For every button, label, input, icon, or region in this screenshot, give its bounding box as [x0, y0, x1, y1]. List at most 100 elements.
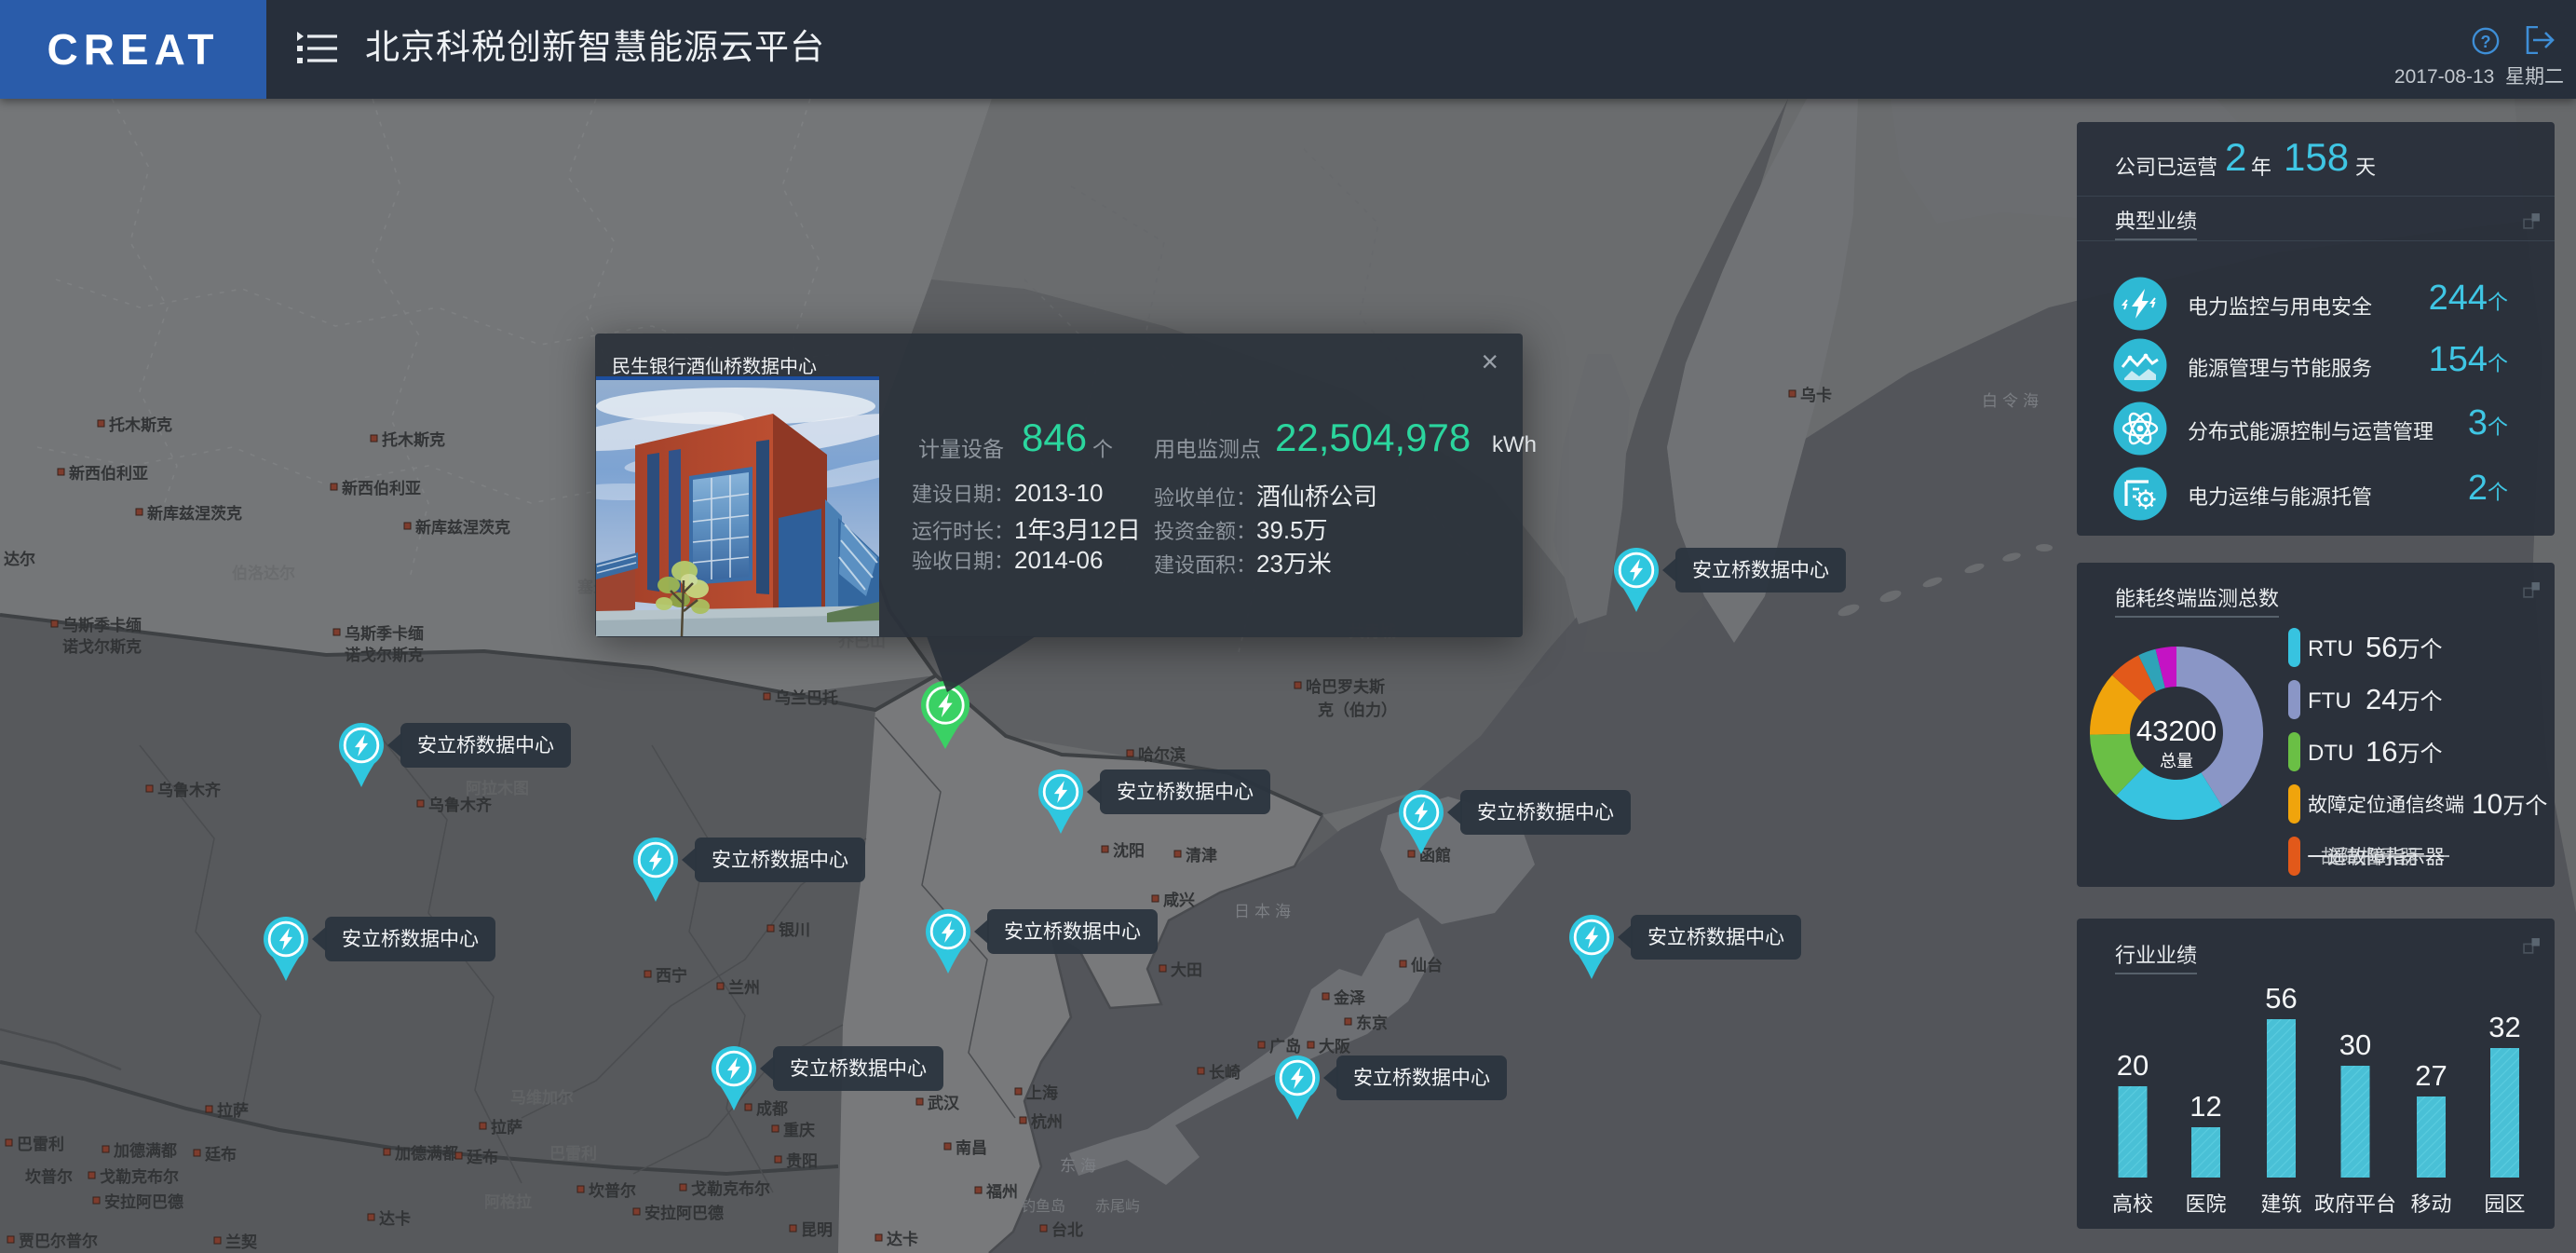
- svg-text:诺戈尔斯克: 诺戈尔斯克: [345, 646, 424, 664]
- svg-text:武汉: 武汉: [928, 1094, 960, 1112]
- svg-text:园区: 园区: [2484, 1192, 2525, 1216]
- svg-text:安立桥数据中心: 安立桥数据中心: [417, 735, 554, 756]
- svg-text:移动: 移动: [2410, 1192, 2451, 1216]
- svg-text:日本海: 日本海: [1234, 903, 1295, 920]
- svg-text:克（伯力）: 克（伯力）: [1318, 701, 1397, 719]
- svg-text:乌兰巴托: 乌兰巴托: [775, 688, 838, 707]
- svg-text:27: 27: [2415, 1059, 2447, 1092]
- svg-text:20: 20: [2117, 1049, 2149, 1082]
- svg-text:重庆: 重庆: [783, 1121, 815, 1139]
- svg-text:43200: 43200: [2136, 715, 2217, 747]
- svg-text:新库兹涅茨克: 新库兹涅茨克: [415, 518, 510, 537]
- svg-text:白令海: 白令海: [1982, 392, 2043, 410]
- svg-text:廷布: 廷布: [466, 1148, 498, 1166]
- svg-text:大田: 大田: [1171, 960, 1202, 979]
- svg-text:坎普尔: 坎普尔: [25, 1167, 73, 1186]
- svg-text:安立桥数据中心: 安立桥数据中心: [1353, 1068, 1490, 1089]
- svg-text:上海: 上海: [1026, 1083, 1058, 1102]
- svg-text:银川: 银川: [779, 920, 810, 939]
- svg-text:坎普尔: 坎普尔: [589, 1181, 636, 1200]
- svg-text:托木斯克: 托木斯克: [382, 430, 445, 449]
- svg-text:福州: 福州: [985, 1182, 1018, 1201]
- svg-text:阿拉木图: 阿拉木图: [466, 779, 529, 797]
- svg-text:安立桥数据中心: 安立桥数据中心: [342, 929, 479, 950]
- svg-text:长崎: 长崎: [1209, 1063, 1241, 1082]
- svg-text:安立桥数据中心: 安立桥数据中心: [790, 1058, 927, 1080]
- svg-text:故障定位通信终端: 故障定位通信终端: [2308, 795, 2464, 816]
- svg-text:总量: 总量: [2160, 752, 2193, 770]
- svg-text:新西伯利亚: 新西伯利亚: [342, 479, 421, 497]
- svg-text:清津: 清津: [1186, 846, 1217, 865]
- svg-text:56万个: 56万个: [2366, 631, 2442, 663]
- svg-text:昆明: 昆明: [801, 1221, 833, 1239]
- svg-text:政府平台: 政府平台: [2314, 1192, 2396, 1216]
- svg-text:钓鱼岛: 钓鱼岛: [1021, 1198, 1065, 1215]
- svg-text:医院: 医院: [2185, 1192, 2226, 1216]
- svg-text:成都: 成都: [756, 1099, 788, 1118]
- svg-text:戈勒克布尔: 戈勒克布尔: [691, 1179, 770, 1198]
- svg-text:戈勒克布尔: 戈勒克布尔: [100, 1167, 179, 1186]
- svg-text:12: 12: [2190, 1090, 2221, 1123]
- svg-text:安立桥数据中心: 安立桥数据中心: [1647, 927, 1784, 948]
- svg-text:16万个: 16万个: [2366, 735, 2442, 768]
- svg-text:24万个: 24万个: [2366, 683, 2442, 715]
- svg-text:安立桥数据中心: 安立桥数据中心: [1004, 921, 1141, 943]
- svg-text:咸兴: 咸兴: [1163, 891, 1195, 909]
- svg-text:哈尔滨: 哈尔滨: [1138, 745, 1186, 764]
- svg-text:10万个: 10万个: [2472, 789, 2547, 820]
- svg-text:安立桥数据中心: 安立桥数据中心: [1477, 802, 1614, 824]
- svg-text:杭州: 杭州: [1031, 1112, 1063, 1131]
- svg-text:东海: 东海: [1060, 1157, 1101, 1175]
- svg-text:乌卡: 乌卡: [1800, 386, 1832, 404]
- svg-text:西宁: 西宁: [656, 966, 687, 985]
- svg-text:安立桥数据中心: 安立桥数据中心: [1117, 782, 1254, 803]
- svg-text:乌斯季卡缅: 乌斯季卡缅: [62, 616, 142, 634]
- svg-text:达卡: 达卡: [379, 1209, 411, 1228]
- svg-text:新西伯利亚: 新西伯利亚: [69, 464, 148, 483]
- svg-text:RTU: RTU: [2308, 636, 2353, 661]
- svg-text:达卡: 达卡: [887, 1230, 918, 1248]
- svg-text:广岛: 广岛: [1269, 1037, 1301, 1056]
- svg-text:安拉阿巴德: 安拉阿巴德: [104, 1192, 183, 1211]
- svg-text:贾巴尔普尔: 贾巴尔普尔: [19, 1232, 98, 1250]
- svg-text:FTU: FTU: [2308, 688, 2352, 714]
- svg-text:拉萨: 拉萨: [217, 1101, 249, 1120]
- svg-text:赤尾屿: 赤尾屿: [1095, 1198, 1140, 1215]
- svg-text:沈阳: 沈阳: [1113, 841, 1145, 860]
- svg-text:巴雷利: 巴雷利: [549, 1144, 597, 1163]
- svg-text:东京: 东京: [1356, 1014, 1388, 1032]
- svg-text:托木斯克: 托木斯克: [109, 415, 172, 434]
- svg-text:故障指示器: 故障指示器: [2321, 847, 2419, 868]
- svg-text:32: 32: [2488, 1011, 2520, 1043]
- svg-text:乌鲁木齐: 乌鲁木齐: [428, 796, 493, 814]
- svg-text:乌斯季卡缅: 乌斯季卡缅: [345, 624, 424, 643]
- svg-text:高校: 高校: [2112, 1192, 2153, 1216]
- svg-text:兰州: 兰州: [728, 978, 760, 997]
- svg-text:巴雷利: 巴雷利: [17, 1135, 64, 1153]
- svg-text:拉萨: 拉萨: [491, 1118, 522, 1137]
- svg-text:安立桥数据中心: 安立桥数据中心: [712, 850, 848, 871]
- svg-text:30: 30: [2339, 1028, 2371, 1061]
- svg-text:阿格拉: 阿格拉: [484, 1192, 532, 1211]
- svg-text:兰契: 兰契: [225, 1233, 258, 1251]
- svg-text:大阪: 大阪: [1319, 1037, 1350, 1056]
- svg-text:南昌: 南昌: [956, 1138, 987, 1157]
- svg-text:56: 56: [2265, 982, 2297, 1015]
- svg-text:贵阳: 贵阳: [786, 1151, 818, 1170]
- svg-text:加德满都: 加德满都: [394, 1144, 458, 1163]
- svg-text:?: ?: [2480, 33, 2490, 51]
- svg-text:达尔: 达尔: [4, 550, 35, 568]
- svg-text:安立桥数据中心: 安立桥数据中心: [1692, 560, 1829, 581]
- svg-text:马维加尔: 马维加尔: [510, 1088, 574, 1107]
- svg-text:台北: 台北: [1051, 1220, 1083, 1239]
- svg-text:仙台: 仙台: [1411, 956, 1443, 974]
- svg-text:加德满都: 加德满都: [113, 1141, 177, 1160]
- svg-text:诺戈尔斯克: 诺戈尔斯克: [62, 637, 142, 656]
- svg-text:金泽: 金泽: [1333, 988, 1365, 1007]
- svg-text:廷布: 廷布: [204, 1145, 237, 1164]
- svg-text:乌鲁木齐: 乌鲁木齐: [157, 781, 222, 799]
- svg-text:函館: 函館: [1419, 846, 1451, 865]
- svg-text:安拉阿巴德: 安拉阿巴德: [644, 1204, 724, 1222]
- svg-text:建筑: 建筑: [2260, 1192, 2301, 1216]
- svg-text:伯洛达尔: 伯洛达尔: [232, 564, 295, 582]
